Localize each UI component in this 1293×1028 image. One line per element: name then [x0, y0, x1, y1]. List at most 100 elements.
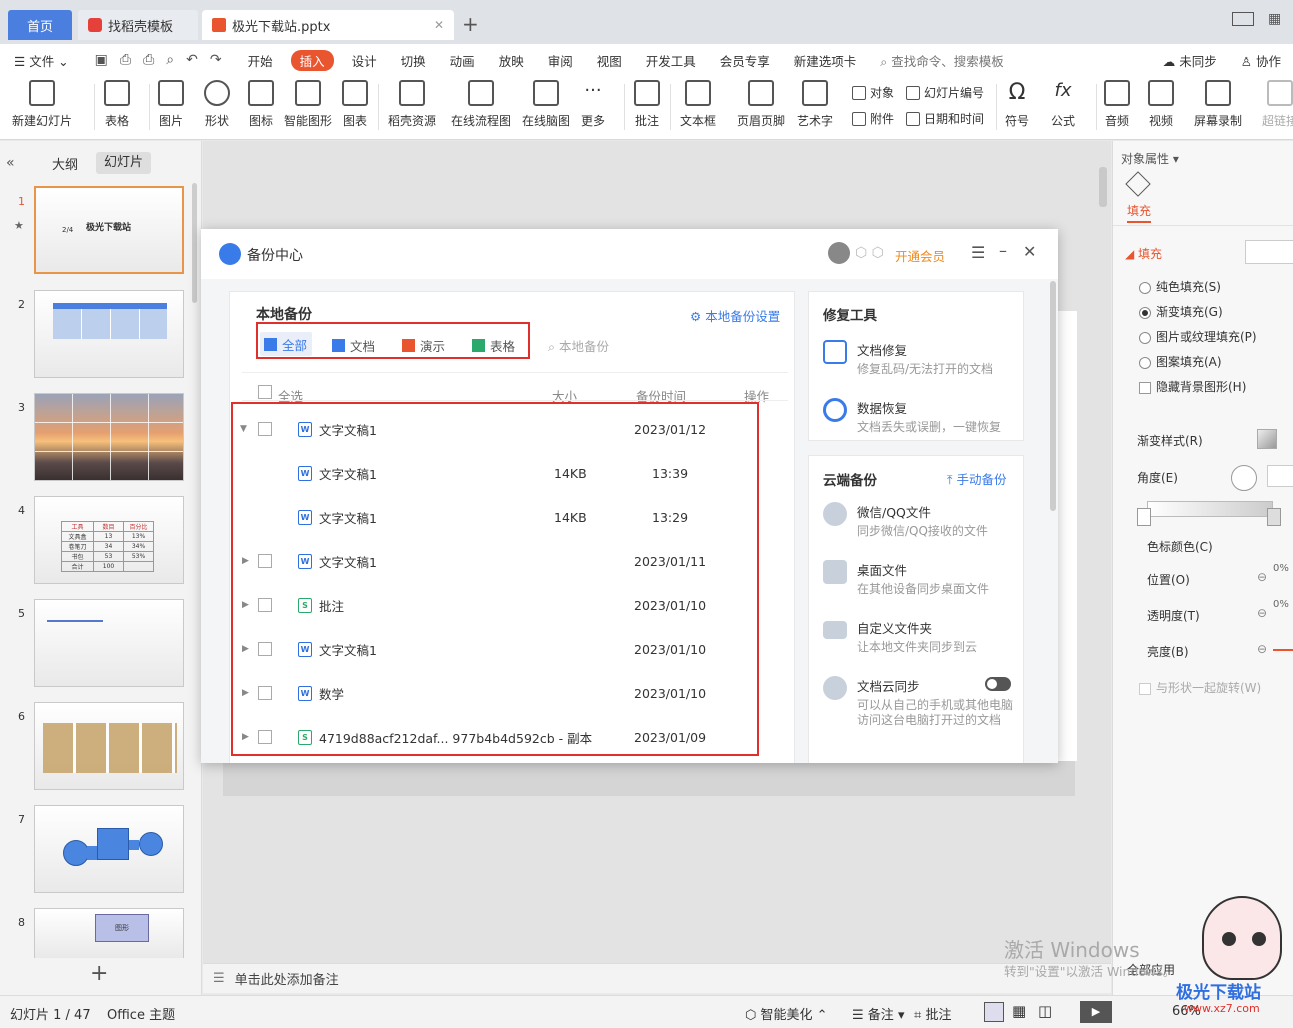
menu-start[interactable]: 开始 [236, 51, 285, 70]
row-checkbox[interactable] [258, 422, 272, 436]
more-button[interactable]: ··· 更多 [580, 80, 606, 129]
picture-button[interactable]: 图片 [158, 80, 184, 129]
tab-home[interactable]: 首页 [8, 10, 72, 40]
chart-button[interactable]: 图表 [342, 80, 368, 129]
daoke-resource-button[interactable]: 稻壳资源 [388, 80, 436, 129]
table-row[interactable]: ▶ S 4719d88acf212daf... 977b4b4d592cb - 副… [230, 715, 790, 759]
table-row[interactable]: W 文字文稿1 14KB 13:39 [230, 451, 790, 495]
reading-view-icon[interactable]: ◫ [1038, 1002, 1052, 1020]
collapse-arrow-icon[interactable]: ▼ [240, 424, 247, 434]
undo-icon[interactable]: ↶ [186, 52, 198, 68]
brightness-slider[interactable] [1273, 649, 1293, 651]
menu-icon[interactable]: ☰ [971, 243, 985, 262]
new-slide-button[interactable]: 新建幻灯片 [12, 80, 72, 129]
normal-view-icon[interactable] [984, 1002, 1004, 1022]
redo-icon[interactable]: ↷ [210, 52, 222, 68]
screen-record-button[interactable]: 屏幕录制 [1194, 80, 1242, 129]
menu-view[interactable]: 视图 [585, 51, 634, 70]
close-icon[interactable]: ✕ [1023, 242, 1036, 261]
custom-folder-item[interactable]: 自定义文件夹 让本地文件夹同步到云 [823, 618, 977, 655]
video-button[interactable]: 视频 [1148, 80, 1174, 129]
slide-thumbnail-8[interactable]: 图形 [34, 908, 184, 958]
table-row[interactable]: ▶ W 文字文稿1 2023/01/11 [230, 539, 790, 583]
menu-design[interactable]: 设计 [340, 51, 389, 70]
hyperlink-button[interactable]: 超链接 [1262, 80, 1293, 129]
menu-insert[interactable]: 插入 [290, 49, 334, 71]
save-icon[interactable]: ▣ [95, 52, 108, 68]
desktop-files-item[interactable]: 桌面文件 在其他设备同步桌面文件 [823, 560, 989, 597]
filter-all[interactable]: 全部 [260, 332, 312, 356]
gradient-bar[interactable] [1147, 501, 1273, 517]
play-slideshow-button[interactable]: ▶ [1080, 1001, 1112, 1023]
tab-template[interactable]: 找稻壳模板 [78, 10, 198, 40]
grid-icon[interactable]: ▦ [1268, 11, 1281, 27]
preview-icon[interactable]: ⌕ [166, 52, 174, 68]
tab-slides[interactable]: 幻灯片 [96, 152, 151, 174]
radio-gradient-fill[interactable]: 渐变填充(G) [1139, 303, 1223, 320]
tab-document[interactable]: 极光下载站.pptx ✕ [202, 10, 454, 40]
expand-arrow-icon[interactable]: ▶ [242, 644, 249, 654]
radio-pattern-fill[interactable]: 图案填充(A) [1139, 353, 1222, 370]
filter-doc[interactable]: 文档 [332, 336, 375, 355]
position-minus-icon[interactable]: ⊖ [1257, 570, 1267, 584]
data-recovery-item[interactable]: 数据恢复 文档丢失或误删，一键恢复 [823, 398, 1001, 435]
gradient-style-picker[interactable] [1257, 429, 1277, 449]
slide-thumbnail-7[interactable] [34, 805, 184, 893]
window-layout-icon[interactable] [1232, 12, 1254, 26]
manual-backup-button[interactable]: ⤒ 手动备份 [947, 469, 1007, 488]
command-search[interactable]: ⌕ 查找命令、搜索模板 [868, 51, 1016, 70]
add-slide-icon[interactable]: + [90, 961, 108, 986]
notes-bar[interactable]: ☰ 单击此处添加备注 [203, 963, 1111, 993]
datetime-button[interactable]: 日期和时间 [906, 110, 984, 127]
row-checkbox[interactable] [258, 554, 272, 568]
menu-transition[interactable]: 切换 [389, 51, 438, 70]
menu-slideshow[interactable]: 放映 [487, 51, 536, 70]
textbox-button[interactable]: 文本框 [680, 80, 716, 129]
local-backup-settings[interactable]: ⚙ 本地备份设置 [690, 306, 780, 325]
slide-thumbnail-4[interactable]: 工具 数目 百分比 文具盒 13 13% 卷笔刀 34 34% 书包 53 53% 合计 100 [34, 496, 184, 584]
hide-bg-checkbox[interactable]: 隐藏背景图形(H) [1139, 378, 1246, 395]
slides-scrollbar[interactable] [192, 183, 197, 303]
file-menu[interactable]: ☰ 文件 ⌄ [0, 51, 81, 70]
sync-status[interactable]: ☁ 未同步 [1151, 51, 1229, 70]
angle-input[interactable] [1267, 465, 1293, 487]
table-row[interactable]: ▶ S 批注 2023/01/10 [230, 583, 790, 627]
slide-thumbnail-5[interactable] [34, 599, 184, 687]
formula-button[interactable]: fx 公式 [1050, 80, 1076, 129]
transparency-minus-icon[interactable]: ⊖ [1257, 606, 1267, 620]
dialog-scrollbar[interactable] [1050, 281, 1056, 511]
expand-arrow-icon[interactable]: ▶ [242, 732, 249, 742]
expand-arrow-icon[interactable]: ▶ [242, 556, 249, 566]
angle-dial[interactable] [1231, 465, 1257, 491]
radio-picture-fill[interactable]: 图片或纹理填充(P) [1139, 328, 1257, 345]
icon-button[interactable]: 图标 [248, 80, 274, 129]
gradient-stop-right[interactable] [1267, 508, 1281, 526]
collapse-panel-icon[interactable]: « [6, 155, 15, 171]
comment-toggle[interactable]: ⌗ 批注 [914, 1004, 951, 1023]
expand-arrow-icon[interactable]: ▶ [242, 688, 249, 698]
table-row[interactable]: ▶ W 数学 2023/01/10 [230, 671, 790, 715]
local-backup-search[interactable]: ⌕ 本地备份 [548, 336, 609, 355]
cloud-sync-toggle[interactable] [985, 677, 1011, 691]
object-properties-header[interactable]: 对象属性 ▾ [1121, 150, 1179, 167]
expand-arrow-icon[interactable]: ▶ [242, 600, 249, 610]
open-vip-link[interactable]: 开通会员 [895, 246, 945, 265]
row-checkbox[interactable] [258, 598, 272, 612]
table-button[interactable]: 表格 [104, 80, 130, 129]
row-checkbox[interactable] [258, 730, 272, 744]
tab-fill[interactable]: 填充 [1127, 202, 1152, 223]
shape-button[interactable]: 形状 [204, 80, 230, 129]
theme-name[interactable]: Office 主题 [107, 1004, 175, 1023]
tab-outline[interactable]: 大纲 [52, 154, 78, 173]
slide-thumbnail-3[interactable] [34, 393, 184, 481]
sorter-view-icon[interactable]: ▦ [1012, 1002, 1026, 1020]
menu-developer[interactable]: 开发工具 [634, 51, 708, 70]
document-repair-item[interactable]: 文档修复 修复乱码/无法打开的文档 [823, 340, 993, 377]
avatar[interactable] [828, 242, 850, 264]
object-button[interactable]: 对象 [852, 84, 894, 101]
minimize-icon[interactable]: – [999, 241, 1007, 260]
menu-member[interactable]: 会员专享 [708, 51, 782, 70]
attachment-button[interactable]: 附件 [852, 110, 894, 127]
canvas-scrollbar[interactable] [1099, 167, 1107, 207]
filter-spreadsheet[interactable]: 表格 [472, 336, 515, 355]
